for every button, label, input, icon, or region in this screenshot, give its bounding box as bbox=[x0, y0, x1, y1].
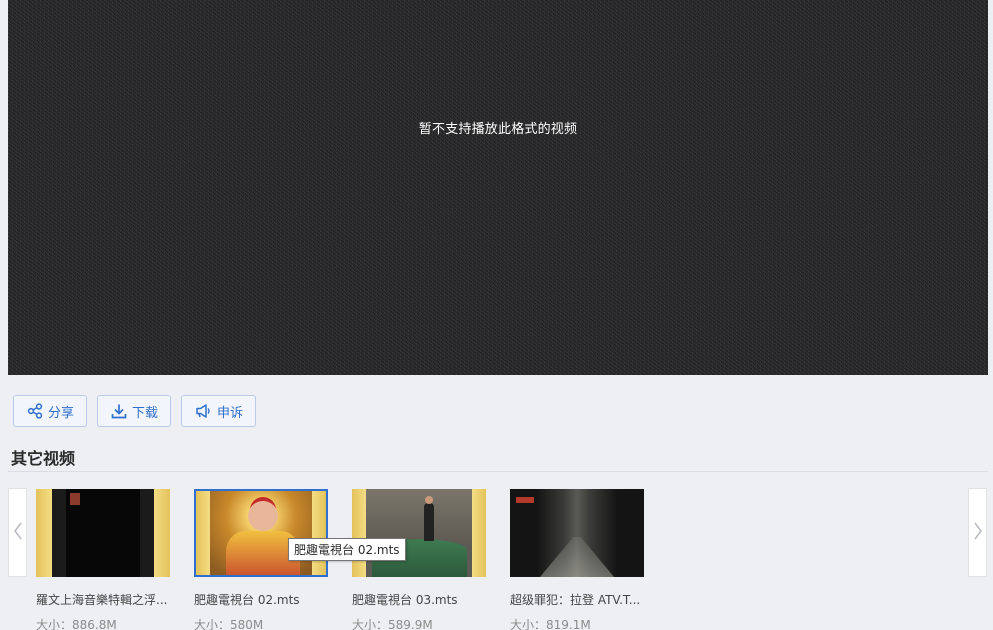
chevron-left-icon bbox=[13, 521, 23, 545]
unsupported-format-message: 暂不支持播放此格式的视频 bbox=[418, 122, 578, 137]
video-thumbnail[interactable] bbox=[194, 489, 328, 577]
download-icon bbox=[111, 403, 127, 419]
chevron-right-icon bbox=[973, 521, 983, 545]
megaphone-icon bbox=[195, 403, 212, 419]
video-title[interactable]: 肥趣電視台 03.mts bbox=[352, 591, 492, 608]
video-title[interactable]: 肥趣電視台 02.mts bbox=[194, 591, 334, 608]
video-size: 大小：819.1M bbox=[510, 618, 591, 630]
report-button[interactable]: 申诉 bbox=[181, 395, 257, 427]
video-item[interactable]: 超级罪犯：拉登 ATV.T... 大小：819.1M bbox=[510, 489, 644, 630]
section-divider bbox=[8, 471, 988, 472]
video-title[interactable]: 超级罪犯：拉登 ATV.T... bbox=[510, 591, 650, 608]
video-size: 大小：589.9M bbox=[352, 618, 433, 630]
video-size: 大小：580M bbox=[194, 618, 264, 630]
video-item[interactable]: 羅文上海音樂特輯之浮... 大小：886.8M bbox=[36, 489, 170, 630]
video-thumbnail[interactable] bbox=[36, 489, 170, 577]
video-thumbnail[interactable] bbox=[510, 489, 644, 577]
download-button-label: 下载 bbox=[132, 405, 159, 421]
report-button-label: 申诉 bbox=[217, 405, 244, 421]
carousel-next-button[interactable] bbox=[968, 488, 987, 577]
video-title[interactable]: 羅文上海音樂特輯之浮... bbox=[36, 591, 176, 608]
other-videos-heading: 其它视频 bbox=[11, 449, 76, 468]
carousel-prev-button[interactable] bbox=[8, 488, 27, 577]
action-bar: 分享 下载 申诉 bbox=[13, 395, 257, 427]
video-player[interactable]: 暂不支持播放此格式的视频 bbox=[8, 0, 988, 375]
share-button-label: 分享 bbox=[48, 405, 75, 421]
video-page: 暂不支持播放此格式的视频 分享 下载 申诉 其它视频 羅文上海音樂特輯之浮...… bbox=[0, 0, 993, 630]
video-title-tooltip: 肥趣電視台 02.mts bbox=[288, 538, 406, 561]
share-icon bbox=[27, 403, 43, 419]
video-thumbnail[interactable] bbox=[352, 489, 486, 577]
share-button[interactable]: 分享 bbox=[13, 395, 88, 427]
download-button[interactable]: 下载 bbox=[97, 395, 172, 427]
video-size: 大小：886.8M bbox=[36, 618, 117, 630]
